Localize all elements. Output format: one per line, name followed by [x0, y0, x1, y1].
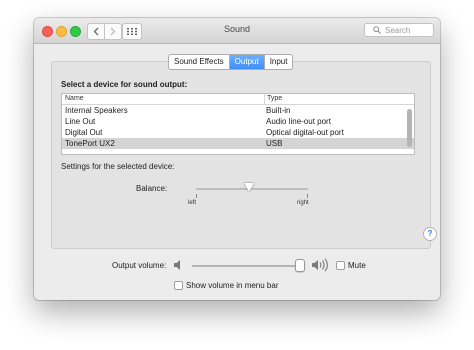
tab-bar: Sound Effects Output Input — [168, 54, 294, 70]
output-panel: Select a device for sound output: Name T… — [51, 61, 431, 249]
device-list-heading: Select a device for sound output: — [61, 80, 188, 89]
device-type: Audio line-out port — [266, 117, 331, 126]
show-volume-in-menu-bar-checkbox[interactable] — [174, 281, 183, 290]
device-type: Optical digital-out port — [266, 128, 344, 137]
help-button[interactable]: ? — [423, 227, 437, 241]
balance-left-label: left — [188, 200, 197, 206]
tab-sound-effects[interactable]: Sound Effects — [169, 55, 229, 69]
table-row[interactable]: Line Out Audio line-out port — [62, 116, 414, 127]
balance-tick-right — [307, 194, 308, 198]
table-row[interactable]: Digital Out Optical digital-out port — [62, 127, 414, 138]
tab-input[interactable]: Input — [263, 55, 293, 69]
balance-tick-left — [196, 194, 197, 198]
device-type: Built-in — [266, 106, 291, 115]
search-input[interactable] — [385, 25, 429, 35]
output-volume-slider-thumb[interactable] — [295, 259, 305, 272]
device-name: Internal Speakers — [65, 106, 128, 115]
title-bar: Sound — [34, 18, 440, 44]
column-header-type[interactable]: Type — [264, 94, 282, 104]
tab-output[interactable]: Output — [228, 55, 264, 69]
show-volume-in-menu-bar-label[interactable]: Show volume in menu bar — [186, 281, 279, 290]
table-header: Name Type — [62, 94, 414, 105]
table-scrollbar[interactable] — [407, 109, 412, 147]
speaker-high-icon — [312, 258, 328, 272]
table-row[interactable]: Internal Speakers Built-in — [62, 105, 414, 116]
table-row-selected[interactable]: TonePort UX2 USB — [62, 138, 414, 149]
settings-label: Settings for the selected device: — [61, 162, 175, 171]
mute-label[interactable]: Mute — [348, 261, 366, 270]
speaker-low-icon — [174, 260, 180, 270]
balance-right-label: right — [297, 200, 309, 206]
device-name: Line Out — [65, 117, 96, 126]
output-volume-slider[interactable] — [192, 265, 302, 267]
column-header-name[interactable]: Name — [65, 94, 84, 104]
output-volume-label: Output volume: — [112, 261, 167, 270]
search-icon — [373, 26, 381, 34]
device-type: USB — [266, 139, 283, 148]
sound-preferences-window: Sound Sound Effects Output Input Select … — [34, 18, 440, 300]
search-field[interactable] — [364, 23, 434, 37]
mute-checkbox[interactable] — [336, 261, 345, 270]
balance-slider-thumb[interactable] — [244, 183, 254, 192]
device-table: Name Type Internal Speakers Built-in Lin… — [61, 93, 415, 155]
balance-label: Balance: — [136, 184, 168, 193]
device-name: Digital Out — [65, 128, 103, 137]
device-name: TonePort UX2 — [65, 139, 115, 148]
